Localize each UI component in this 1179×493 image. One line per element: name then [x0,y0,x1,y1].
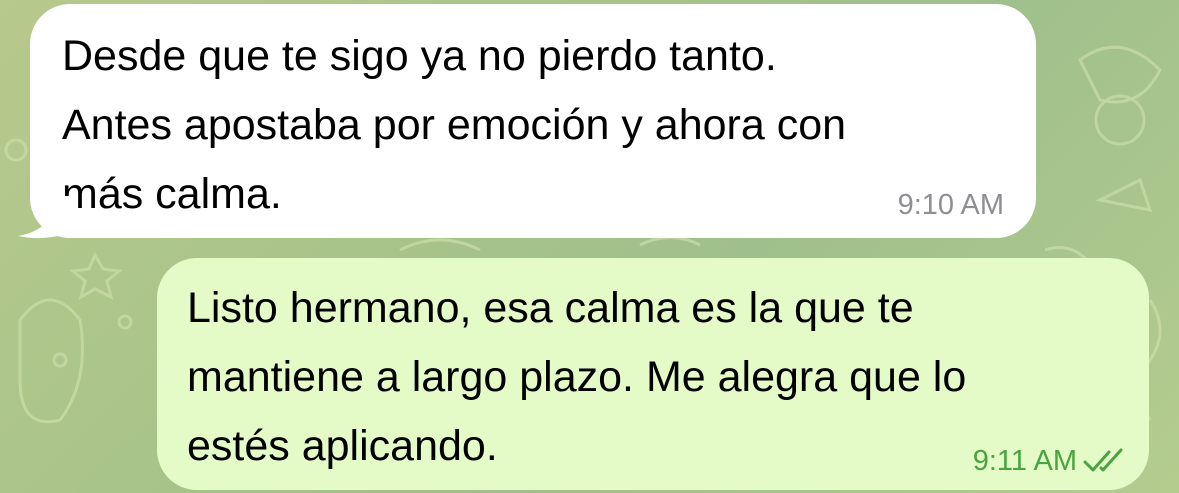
incoming-message-meta: 9:10 AM [898,188,1004,222]
incoming-message-bubble[interactable]: Desde que te sigo ya no pierdo tanto. An… [30,4,1036,238]
outgoing-message-meta: 9:11 AM [973,444,1127,478]
outgoing-message-bubble[interactable]: Listo hermano, esa calma es la que te ma… [157,258,1149,490]
incoming-message-text: Desde que te sigo ya no pierdo tanto. An… [62,32,847,218]
incoming-message-time: 9:10 AM [897,189,1004,221]
outgoing-message-time: 9:11 AM [972,445,1077,477]
incoming-bubble-tail [18,196,72,239]
double-check-icon [1083,448,1123,472]
